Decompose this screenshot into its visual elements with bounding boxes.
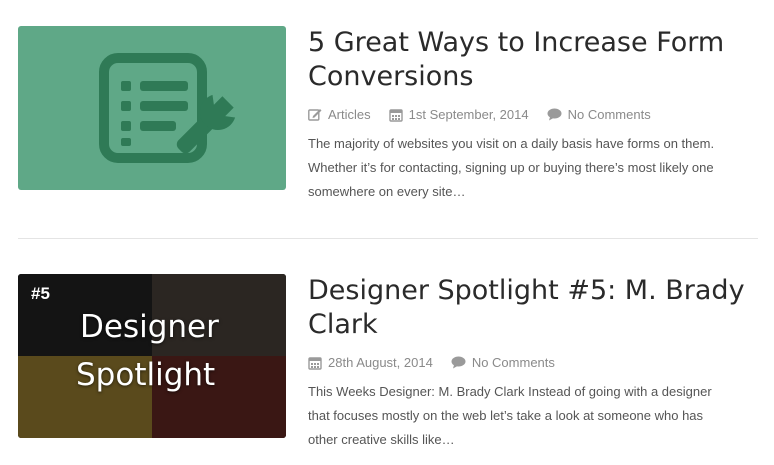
thumbnail-number: #5: [31, 284, 50, 303]
calendar-icon: [388, 108, 403, 122]
post-meta: 28th August, 2014 No Comments: [308, 355, 573, 370]
post-comments[interactable]: No Comments: [451, 355, 555, 370]
post-thumbnail[interactable]: [18, 26, 286, 190]
post-comments[interactable]: No Comments: [547, 107, 651, 122]
post-excerpt: The majority of websites you visit on a …: [308, 136, 715, 199]
form-wrench-icon: [99, 53, 236, 163]
post-meta: Articles 1st September, 2014 No Comments: [308, 107, 669, 122]
post-title[interactable]: 5 Great Ways to Increase Form Conversion…: [308, 26, 748, 94]
post-category-label: Articles: [328, 107, 371, 122]
comment-icon: [451, 356, 466, 369]
post-excerpt: This Weeks Designer: M. Brady Clark Inst…: [308, 384, 712, 447]
post-date: 28th August, 2014: [308, 355, 433, 370]
post-comments-label: No Comments: [471, 355, 555, 370]
comment-icon: [547, 108, 562, 121]
post-date-label: 28th August, 2014: [328, 355, 433, 370]
post-date-label: 1st September, 2014: [408, 107, 529, 122]
post-comments-label: No Comments: [567, 107, 651, 122]
post-date: 1st September, 2014: [388, 107, 529, 122]
post-category[interactable]: Articles: [308, 107, 371, 122]
post-divider: [18, 238, 758, 239]
thumbnail-heading-line2: Spotlight: [76, 357, 216, 393]
post-thumbnail[interactable]: #5 Designer Spotlight: [18, 274, 286, 438]
edit-icon: [308, 109, 322, 121]
thumbnail-heading-line1: Designer: [80, 309, 219, 345]
post-title[interactable]: Designer Spotlight #5: M. Brady Clark: [308, 274, 748, 342]
calendar-icon: [308, 356, 322, 370]
